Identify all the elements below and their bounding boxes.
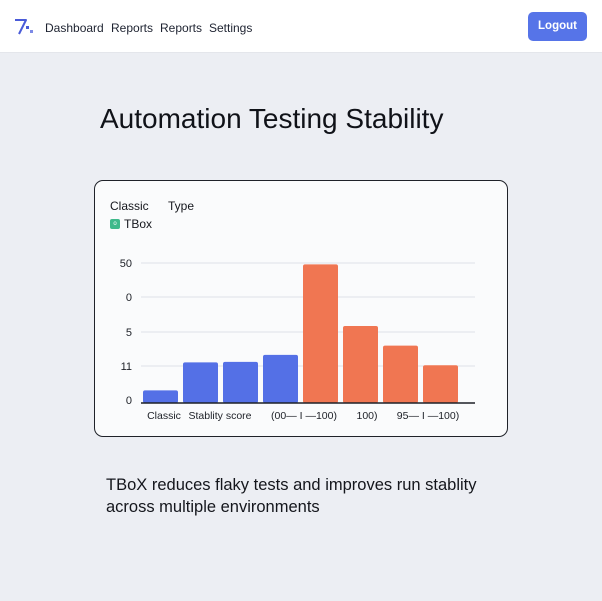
- nav-reports-link-2[interactable]: Reports: [160, 20, 202, 36]
- chart-bar[interactable]: [343, 326, 378, 403]
- y-tick-label: 0: [126, 292, 132, 304]
- y-tick-label: 5: [126, 327, 132, 339]
- chart-bar[interactable]: [183, 362, 218, 403]
- nav-settings-link[interactable]: Settings: [209, 20, 252, 36]
- y-tick-label: 50: [120, 258, 132, 270]
- x-tick-label: 95— I —100): [397, 410, 459, 422]
- chart-bar[interactable]: [223, 361, 258, 403]
- app-logo-icon[interactable]: [13, 17, 35, 37]
- logout-button[interactable]: Logout: [528, 12, 587, 41]
- nav-dashboard-link[interactable]: Dashboard: [45, 20, 104, 36]
- chart-bar[interactable]: [383, 345, 418, 403]
- chart-bar[interactable]: [143, 390, 178, 403]
- footer-description: TBoX reduces flaky tests and improves ru…: [106, 476, 477, 516]
- chart-bar[interactable]: [263, 354, 298, 403]
- y-tick-label: 0: [126, 395, 132, 407]
- x-tick-label: 100): [356, 410, 377, 422]
- chart-bar[interactable]: [423, 365, 458, 403]
- nav-reports-link[interactable]: Reports: [111, 20, 153, 36]
- y-tick-label: 11: [121, 361, 132, 373]
- page-title: Automation Testing Stability: [100, 103, 444, 134]
- chart-card: Classic Type o TBox 50 0 5 11 0 Classic Stabli…: [94, 180, 508, 437]
- bar-chart: 50 0 5 11 0 Classic Stablity score (00— I —100)…: [120, 258, 475, 422]
- x-tick-label: (00— I —100): [271, 410, 337, 422]
- chart-bar[interactable]: [303, 264, 338, 403]
- top-navigation-bar: Dashboard Reports Reports Settings Logou…: [0, 0, 602, 53]
- x-tick-label: Classic: [147, 410, 181, 422]
- x-tick-label: Stablity score: [188, 410, 251, 422]
